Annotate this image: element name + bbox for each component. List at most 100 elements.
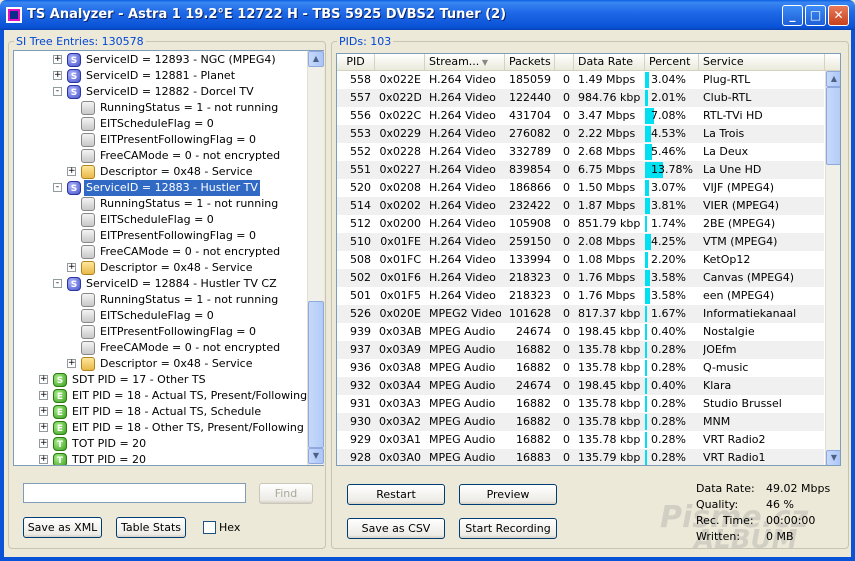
tree-item[interactable]: EITPresentFollowingFlag = 0 <box>14 228 307 244</box>
collapse-icon[interactable]: - <box>53 279 62 288</box>
table-scroll-thumb[interactable] <box>826 87 840 165</box>
tree-item-label: FreeCAMode = 0 - not encrypted <box>100 245 281 258</box>
search-input[interactable] <box>23 483 246 503</box>
expand-icon[interactable]: + <box>67 263 76 272</box>
pids-table[interactable]: PID Stream... ▼ Packets Data Rate Percent Ser… <box>336 53 841 466</box>
tree-item[interactable]: FreeCAMode = 0 - not encrypted <box>14 340 307 356</box>
percent-label: 4.25% <box>651 235 686 248</box>
tree-item[interactable]: + E EIT PID = 18 - Other TS, Present/Follo… <box>14 420 307 436</box>
table-row[interactable]: 928 0x03A0 MPEG Audio 16883 0 135.79 kbps 0.28… <box>337 449 824 465</box>
tree-item[interactable]: EITScheduleFlag = 0 <box>14 308 307 324</box>
table-row[interactable]: 551 0x0227 H.264 Video 839854 0 6.75 Mbps 13.7… <box>337 161 824 179</box>
si-tree[interactable]: + S ServiceID = 12893 - NGC (MPEG4) + S Servi… <box>13 50 324 466</box>
percent-bar <box>645 396 647 412</box>
tree-item[interactable]: FreeCAMode = 0 - not encrypted <box>14 244 307 260</box>
tree-item[interactable]: + E EIT PID = 18 - Actual TS, Present/Foll… <box>14 388 307 404</box>
table-row[interactable]: 936 0x03A8 MPEG Audio 16882 0 135.78 kbps 0.28… <box>337 359 824 377</box>
table-row[interactable]: 937 0x03A9 MPEG Audio 16882 0 135.78 kbps 0.28… <box>337 341 824 359</box>
tree-item[interactable]: + S SDT PID = 17 - Other TS <box>14 372 307 388</box>
table-row[interactable]: 552 0x0228 H.264 Video 332789 0 2.68 Mbps 5.46… <box>337 143 824 161</box>
table-row[interactable]: 932 0x03A4 MPEG Audio 24674 0 198.45 kbps 0.40… <box>337 377 824 395</box>
expand-icon[interactable]: + <box>39 375 48 384</box>
title-bar[interactable]: TS Analyzer - Astra 1 19.2°E 12722 H - T… <box>0 0 855 30</box>
table-row[interactable]: 510 0x01FE H.264 Video 259150 0 2.08 Mbps 4.25… <box>337 233 824 251</box>
expand-icon[interactable]: + <box>53 71 62 80</box>
table-row[interactable]: 558 0x022E H.264 Video 185059 0 1.49 Mbps 3.04… <box>337 71 824 89</box>
tree-item[interactable]: + T TOT PID = 20 <box>14 436 307 452</box>
expand-icon[interactable]: + <box>67 359 76 368</box>
column-header[interactable]: Packets <box>505 54 555 71</box>
scroll-down-icon[interactable]: ▼ <box>308 448 324 464</box>
service-cell: Canvas (MPEG4) <box>703 271 795 284</box>
expand-icon[interactable]: + <box>53 55 62 64</box>
scroll-down-icon[interactable]: ▼ <box>826 450 840 465</box>
preview-button[interactable]: Preview <box>459 484 557 505</box>
tree-item[interactable]: - S ServiceID = 12882 - Dorcel TV <box>14 84 307 100</box>
table-stats-button[interactable]: Table Stats <box>116 517 186 538</box>
find-button[interactable]: Find <box>259 483 313 504</box>
close-button[interactable]: ✕ <box>828 5 849 26</box>
table-row[interactable]: 929 0x03A1 MPEG Audio 16882 0 135.78 kbps 0.28… <box>337 431 824 449</box>
tree-item[interactable]: FreeCAMode = 0 - not encrypted <box>14 148 307 164</box>
percent-cell: 2.20% <box>645 251 699 269</box>
tree-item[interactable]: RunningStatus = 1 - not running <box>14 196 307 212</box>
scroll-up-icon[interactable]: ▲ <box>308 51 324 67</box>
table-row[interactable]: 512 0x0200 H.264 Video 105908 0 851.79 kbps 1.… <box>337 215 824 233</box>
tree-scroll-thumb[interactable] <box>308 301 324 448</box>
collapse-icon[interactable]: - <box>53 87 62 96</box>
table-row[interactable]: 556 0x022C H.264 Video 431704 0 3.47 Mbps 7.08… <box>337 107 824 125</box>
column-header[interactable]: PID <box>337 54 375 71</box>
table-row[interactable]: 930 0x03A2 MPEG Audio 16882 0 135.78 kbps 0.28… <box>337 413 824 431</box>
expand-icon[interactable]: + <box>67 167 76 176</box>
tree-item[interactable]: - S ServiceID = 12883 - Hustler TV <box>14 180 307 196</box>
expand-icon[interactable]: + <box>39 439 48 448</box>
column-header[interactable]: Service <box>699 54 825 71</box>
column-header[interactable] <box>375 54 425 71</box>
tree-item[interactable]: EITPresentFollowingFlag = 0 <box>14 132 307 148</box>
tree-scrollbar[interactable]: ▲ ▼ <box>307 51 324 465</box>
tree-item[interactable]: EITScheduleFlag = 0 <box>14 116 307 132</box>
table-row[interactable]: 502 0x01F6 H.264 Video 218323 0 1.76 Mbps 3.58… <box>337 269 824 287</box>
tree-item[interactable]: + S ServiceID = 12881 - Planet <box>14 68 307 84</box>
tree-item[interactable]: - S ServiceID = 12884 - Hustler TV CZ <box>14 276 307 292</box>
tree-item[interactable]: + T TDT PID = 20 <box>14 452 307 465</box>
tree-item[interactable]: + E EIT PID = 18 - Actual TS, Schedule <box>14 404 307 420</box>
maximize-button[interactable]: □ <box>805 5 826 26</box>
tree-item[interactable]: EITPresentFollowingFlag = 0 <box>14 324 307 340</box>
column-header[interactable]: Data Rate <box>574 54 645 71</box>
expand-icon[interactable]: + <box>39 423 48 432</box>
tree-item[interactable]: + Descriptor = 0x48 - Service <box>14 164 307 180</box>
column-header[interactable]: Stream... ▼ <box>425 54 505 71</box>
column-header[interactable]: Percent <box>645 54 699 71</box>
table-row[interactable]: 939 0x03AB MPEG Audio 24674 0 198.45 kbps 0.40… <box>337 323 824 341</box>
table-row[interactable]: 501 0x01F5 H.264 Video 218323 0 1.76 Mbps 3.58… <box>337 287 824 305</box>
table-row[interactable]: 514 0x0202 H.264 Video 232422 0 1.87 Mbps 3.81… <box>337 197 824 215</box>
save-as-csv-button[interactable]: Save as CSV <box>347 518 445 539</box>
restart-button[interactable]: Restart <box>347 484 445 505</box>
tree-item[interactable]: + Descriptor = 0x48 - Service <box>14 356 307 372</box>
table-row[interactable]: 931 0x03A3 MPEG Audio 16882 0 135.78 kbps 0.28… <box>337 395 824 413</box>
minimize-button[interactable]: _ <box>782 5 803 26</box>
table-row[interactable]: 553 0x0229 H.264 Video 276082 0 2.22 Mbps 4.53… <box>337 125 824 143</box>
tree-item[interactable]: EITScheduleFlag = 0 <box>14 212 307 228</box>
tree-item[interactable]: RunningStatus = 1 - not running <box>14 100 307 116</box>
percent-cell: 3.58% <box>645 287 699 305</box>
save-as-xml-button[interactable]: Save as XML <box>23 517 102 538</box>
expand-icon[interactable]: + <box>39 407 48 416</box>
tree-item[interactable]: + Descriptor = 0x48 - Service <box>14 260 307 276</box>
column-header[interactable] <box>555 54 574 71</box>
table-row[interactable]: 520 0x0208 H.264 Video 186866 0 1.50 Mbps 3.07… <box>337 179 824 197</box>
table-row[interactable]: 557 0x022D H.264 Video 122440 0 984.76 kbps 2.… <box>337 89 824 107</box>
table-row[interactable]: 526 0x020E MPEG2 Video 101628 0 817.37 kbps 1.… <box>337 305 824 323</box>
tree-item[interactable]: RunningStatus = 1 - not running <box>14 292 307 308</box>
tree-item[interactable]: + S ServiceID = 12893 - NGC (MPEG4) <box>14 52 307 68</box>
hex-checkbox[interactable] <box>203 521 216 534</box>
table-scrollbar[interactable]: ▲ ▼ <box>825 71 840 465</box>
expand-icon[interactable]: + <box>39 455 48 464</box>
service-cell: VTM (MPEG4) <box>703 235 778 248</box>
start-recording-button[interactable]: Start Recording <box>459 518 557 539</box>
scroll-up-icon[interactable]: ▲ <box>826 71 840 87</box>
collapse-icon[interactable]: - <box>53 183 62 192</box>
table-row[interactable]: 508 0x01FC H.264 Video 133994 0 1.08 Mbps 2.20… <box>337 251 824 269</box>
expand-icon[interactable]: + <box>39 391 48 400</box>
